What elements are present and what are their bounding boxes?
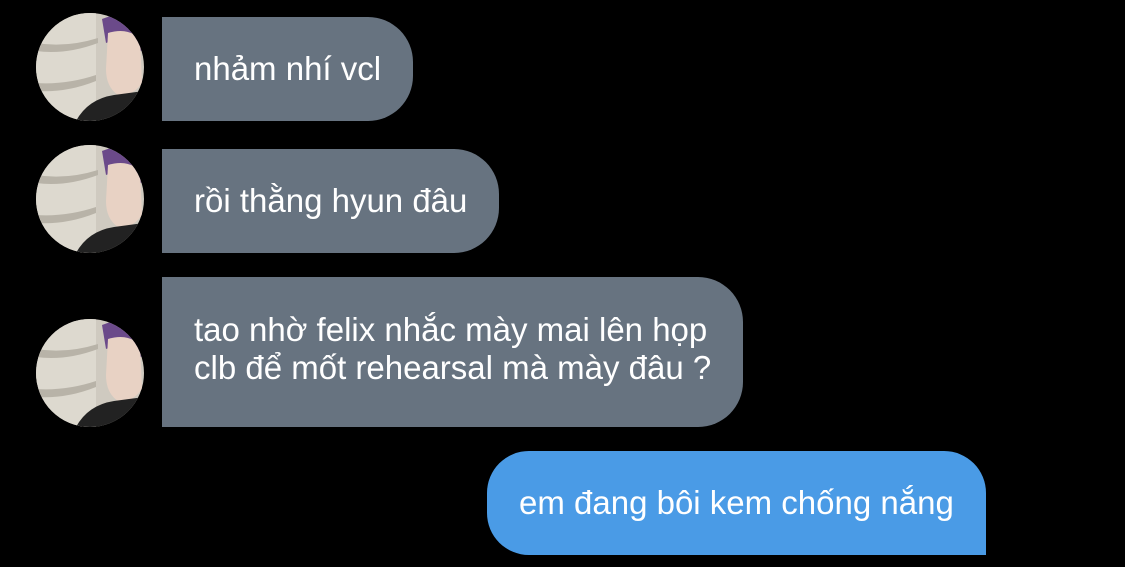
contact-avatar[interactable] <box>36 319 144 427</box>
message-bubble-outgoing[interactable]: em đang bôi kem chống nắng <box>487 451 986 555</box>
message-text: em đang bôi kem chống nắng <box>519 484 954 521</box>
message-text-line: tao nhờ felix nhắc mày mai lên họp <box>194 311 708 348</box>
avatar-photo-icon <box>36 145 144 253</box>
message-text: rồi thằng hyun đâu <box>194 182 468 219</box>
avatar-photo-icon <box>36 319 144 427</box>
message-text-line: clb để mốt rehearsal mà mày đâu ? <box>194 349 712 386</box>
message-bubble-incoming[interactable]: nhảm nhí vcl <box>162 17 414 121</box>
contact-avatar[interactable] <box>36 13 144 121</box>
message-bubble-incoming[interactable]: rồi thằng hyun đâu <box>162 149 500 253</box>
avatar-photo-icon <box>36 13 144 121</box>
message-text: nhảm nhí vcl <box>194 50 382 87</box>
message-bubble-incoming[interactable]: tao nhờ felix nhắc mày mai lên họp clb đ… <box>162 277 744 427</box>
contact-avatar[interactable] <box>36 145 144 253</box>
